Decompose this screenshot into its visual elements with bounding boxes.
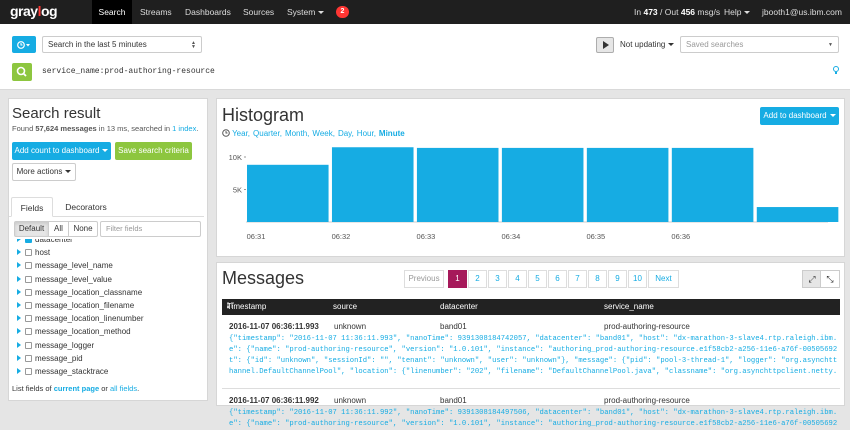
message-timestamp[interactable]: 2016-11-07 06:36:11.992 — [229, 396, 319, 405]
pager-page[interactable]: 2 — [468, 270, 487, 288]
x-tick-label: 06:31 — [247, 232, 266, 241]
col-timestamp-label: Timestamp — [227, 302, 267, 311]
col-datacenter[interactable]: datacenter — [440, 299, 478, 315]
message-service-name: prod-authoring-resource — [604, 396, 690, 405]
histogram-bar[interactable] — [247, 164, 329, 222]
message-datacenter: band01 — [440, 396, 467, 405]
pager-page[interactable]: 10 — [628, 270, 647, 288]
pager-page[interactable]: 7 — [568, 270, 587, 288]
pager-page[interactable]: 8 — [588, 270, 607, 288]
message-source: unknown — [334, 396, 367, 405]
histogram-bar[interactable] — [671, 147, 754, 222]
pager-page[interactable]: 5 — [528, 270, 547, 288]
pager-previous[interactable]: Previous — [404, 270, 444, 288]
x-tick-label: 06:34 — [501, 232, 520, 241]
y-tick-label: 5K — [233, 186, 242, 195]
x-tick-label: 06:32 — [332, 232, 351, 241]
col-timestamp[interactable]: Timestamp — [226, 299, 266, 315]
message-datacenter: band01 — [440, 322, 467, 331]
pager-page[interactable]: 1 — [448, 270, 467, 288]
pager-page[interactable]: 3 — [488, 270, 507, 288]
messages-title: Messages — [222, 268, 305, 288]
message-source: unknown — [334, 322, 367, 331]
col-service-name[interactable]: service_name — [604, 299, 654, 315]
x-tick-label: 06:35 — [586, 232, 605, 241]
histogram-bar[interactable] — [416, 147, 499, 222]
expand-icon[interactable]: ⤢ — [802, 270, 822, 288]
pager-page[interactable]: 4 — [508, 270, 527, 288]
histogram-bar[interactable] — [331, 147, 414, 222]
histogram-bar[interactable] — [586, 147, 669, 222]
message-service-name: prod-authoring-resource — [604, 322, 690, 331]
col-source[interactable]: source — [333, 299, 357, 315]
message-json[interactable]: {"timestamp": "2016-11-07 11:36:11.993",… — [229, 334, 837, 378]
row-divider — [222, 388, 840, 389]
y-tick-label: 10K — [229, 153, 242, 162]
histogram-bar[interactable] — [501, 147, 584, 222]
pager-page[interactable]: 9 — [608, 270, 627, 288]
message-json[interactable]: {"timestamp": "2016-11-07 11:36:11.992",… — [229, 408, 837, 430]
message-timestamp[interactable]: 2016-11-07 06:36:11.993 — [229, 322, 319, 331]
messages-table-header: Timestamp source datacenter service_name — [222, 299, 840, 315]
x-tick-label: 06:33 — [417, 232, 436, 241]
pager-next[interactable]: Next — [648, 270, 679, 288]
histogram-bar[interactable] — [756, 207, 839, 222]
pager-page[interactable]: 6 — [548, 270, 567, 288]
collapse-icon[interactable]: ⤡ — [820, 270, 840, 288]
x-tick-label: 06:36 — [671, 232, 690, 241]
